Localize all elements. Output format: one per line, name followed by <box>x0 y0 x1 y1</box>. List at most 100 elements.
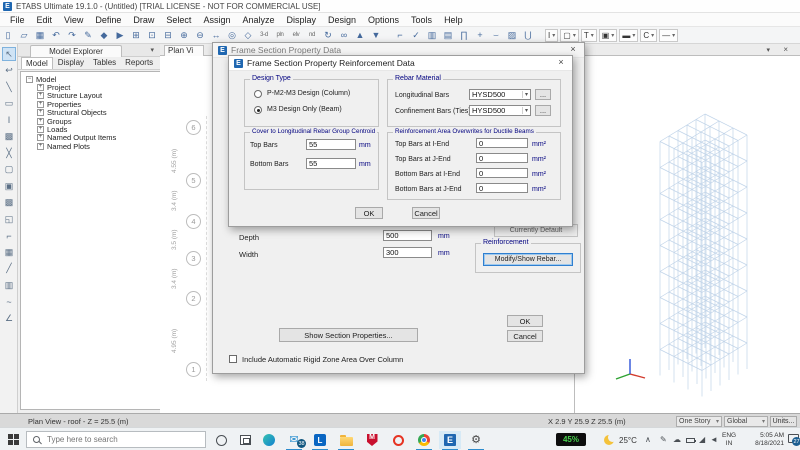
panel-menu-caret-icon[interactable]: ▾ <box>150 46 154 54</box>
expand-icon[interactable]: + <box>37 134 44 142</box>
back-dialog-ok-button[interactable]: OK <box>507 315 543 327</box>
front-dialog-ok-button[interactable]: OK <box>355 207 383 219</box>
expand-icon[interactable]: + <box>37 92 44 100</box>
coord-system-combo[interactable]: Global ▾ <box>724 415 768 427</box>
expand-icon[interactable]: + <box>37 109 44 117</box>
box-section-button[interactable]: ▣ ▾ <box>598 28 618 42</box>
expand-icon[interactable]: + <box>37 142 44 150</box>
units-button[interactable]: Units... <box>770 415 797 427</box>
confinement-bars-combo[interactable]: HYSD500 ▾ <box>469 105 531 116</box>
channel-section-button[interactable]: ▬ ▾ <box>619 28 639 42</box>
edit-icon[interactable]: ✎ <box>80 28 96 42</box>
rigid-zone-checkbox[interactable] <box>229 355 237 363</box>
quick-draw-columns-icon[interactable]: ╳ <box>2 146 16 160</box>
rotate-view-icon[interactable]: ↻ <box>320 28 336 42</box>
undo-icon[interactable]: ↶ <box>48 28 64 42</box>
c-section-button[interactable]: C ▾ <box>640 28 658 42</box>
back-dialog-cancel-button[interactable]: Cancel <box>507 330 543 342</box>
language-indicator[interactable]: ENG IN <box>722 432 736 447</box>
tree-item-named-plots[interactable]: + Named Plots <box>21 142 175 151</box>
menu-define[interactable]: Define <box>89 13 127 27</box>
battery-widget[interactable]: 45% <box>556 433 586 446</box>
perspective-icon[interactable]: ◇ <box>240 28 256 42</box>
reshape-icon[interactable]: ↩ <box>2 64 16 78</box>
add-object-icon[interactable]: + <box>472 28 488 42</box>
width-field[interactable] <box>383 247 432 258</box>
bottom-i-end-field[interactable] <box>476 168 528 178</box>
lock-model-icon[interactable]: ◆ <box>96 28 112 42</box>
start-button[interactable] <box>8 434 19 445</box>
select-pointer-icon[interactable]: ↖ <box>2 47 16 61</box>
mail-app[interactable]: ✉ 38 <box>283 431 306 450</box>
menu-options[interactable]: Options <box>362 13 405 27</box>
expand-icon[interactable]: + <box>37 84 44 92</box>
depth-field[interactable] <box>383 230 432 241</box>
tray-signal-icon[interactable]: ◢ <box>699 435 705 444</box>
quick-draw-beam-icon[interactable]: I <box>2 113 16 127</box>
menu-file[interactable]: File <box>4 13 31 27</box>
menu-display[interactable]: Display <box>280 13 322 27</box>
menu-edit[interactable]: Edit <box>31 13 59 27</box>
draw-wall-stack-icon[interactable]: ▥ <box>2 278 16 292</box>
draw-grid-icon[interactable]: ▦ <box>2 245 16 259</box>
measure-angle-icon[interactable]: ∠ <box>2 311 16 325</box>
menu-draw[interactable]: Draw <box>127 13 160 27</box>
three-d-view-canvas[interactable] <box>575 56 800 413</box>
object-options-icon[interactable]: ∞ <box>336 28 352 42</box>
draw-rect-area-icon[interactable]: ◱ <box>2 212 16 226</box>
top-i-end-field[interactable] <box>476 138 528 148</box>
menu-help[interactable]: Help <box>438 13 469 27</box>
modify-show-rebar-button[interactable]: Modify/Show Rebar... <box>483 253 573 266</box>
tree-root-model[interactable]: − Model <box>21 75 175 84</box>
zoom-in-icon[interactable]: ⊕ <box>176 28 192 42</box>
i-section-button[interactable]: I ▾ <box>545 28 559 42</box>
notification-center-icon[interactable]: 27 <box>788 434 800 446</box>
draw-arc-icon[interactable]: ⌣ <box>488 28 504 42</box>
tree-item-groups[interactable]: + Groups <box>21 117 175 126</box>
story-mode-combo[interactable]: One Story ▾ <box>676 415 722 427</box>
wall-view-icon[interactable]: ▥ <box>424 28 440 42</box>
rubber-band-zoom-icon[interactable]: ⊞ <box>128 28 144 42</box>
quick-draw-braces-icon[interactable]: ▩ <box>2 130 16 144</box>
open-model-icon[interactable]: ▱ <box>16 28 32 42</box>
view-elevation-icon[interactable]: elv <box>288 28 304 42</box>
show-section-properties-button[interactable]: Show Section Properties... <box>279 328 418 342</box>
cortana-button[interactable] <box>210 431 232 449</box>
view-plan-icon[interactable]: pln <box>272 28 288 42</box>
mcafee-app[interactable]: M <box>361 431 383 449</box>
tray-pen-icon[interactable]: ✎ <box>660 435 667 444</box>
dialog-close-icon[interactable]: × <box>554 57 568 67</box>
tray-chevron-icon[interactable]: ∧ <box>645 435 651 444</box>
floor-view-icon[interactable]: ▤ <box>440 28 456 42</box>
restore-full-view-icon[interactable]: ⊡ <box>144 28 160 42</box>
tab-model[interactable]: Model <box>21 57 53 69</box>
shift-story-down-icon[interactable]: ▼ <box>368 28 384 42</box>
tree-item-structure-layout[interactable]: + Structure Layout <box>21 91 175 100</box>
tray-battery-icon[interactable] <box>686 438 696 443</box>
section-cut-icon[interactable]: ⋃ <box>520 28 536 42</box>
settings-app[interactable]: ⚙ <box>465 431 487 450</box>
edge-app[interactable] <box>258 431 280 449</box>
clock[interactable]: 5:05 AM 8/18/2021 <box>744 432 784 447</box>
view-3d-icon[interactable]: 3-d <box>256 28 272 42</box>
menu-tools[interactable]: Tools <box>405 13 438 27</box>
tab-display[interactable]: Display <box>54 57 88 69</box>
model-explorer-title[interactable]: Model Explorer <box>30 45 122 57</box>
quick-draw-areas-icon[interactable]: ▩ <box>2 196 16 210</box>
dialog-title-bar[interactable]: E Frame Section Property Reinforcement D… <box>229 56 572 71</box>
show-grid-icon[interactable]: ⌐ <box>392 28 408 42</box>
taskbar-search[interactable] <box>26 431 206 448</box>
task-view-button[interactable] <box>234 431 256 449</box>
tab-reports[interactable]: Reports <box>121 57 157 69</box>
check-model-icon[interactable]: ✓ <box>408 28 424 42</box>
draw-wall-icon[interactable]: ▣ <box>2 179 16 193</box>
bottom-bars-field[interactable] <box>306 158 356 169</box>
menu-analyze[interactable]: Analyze <box>236 13 280 27</box>
expand-icon[interactable]: + <box>37 100 44 108</box>
draw-floor-icon[interactable]: ▢ <box>2 163 16 177</box>
search-input[interactable] <box>45 434 185 445</box>
temperature-text[interactable]: 25°C <box>619 436 637 445</box>
etabs-app[interactable]: E <box>439 431 461 450</box>
draw-links-icon[interactable]: ⌐ <box>2 229 16 243</box>
letter-app[interactable]: L <box>309 431 331 450</box>
